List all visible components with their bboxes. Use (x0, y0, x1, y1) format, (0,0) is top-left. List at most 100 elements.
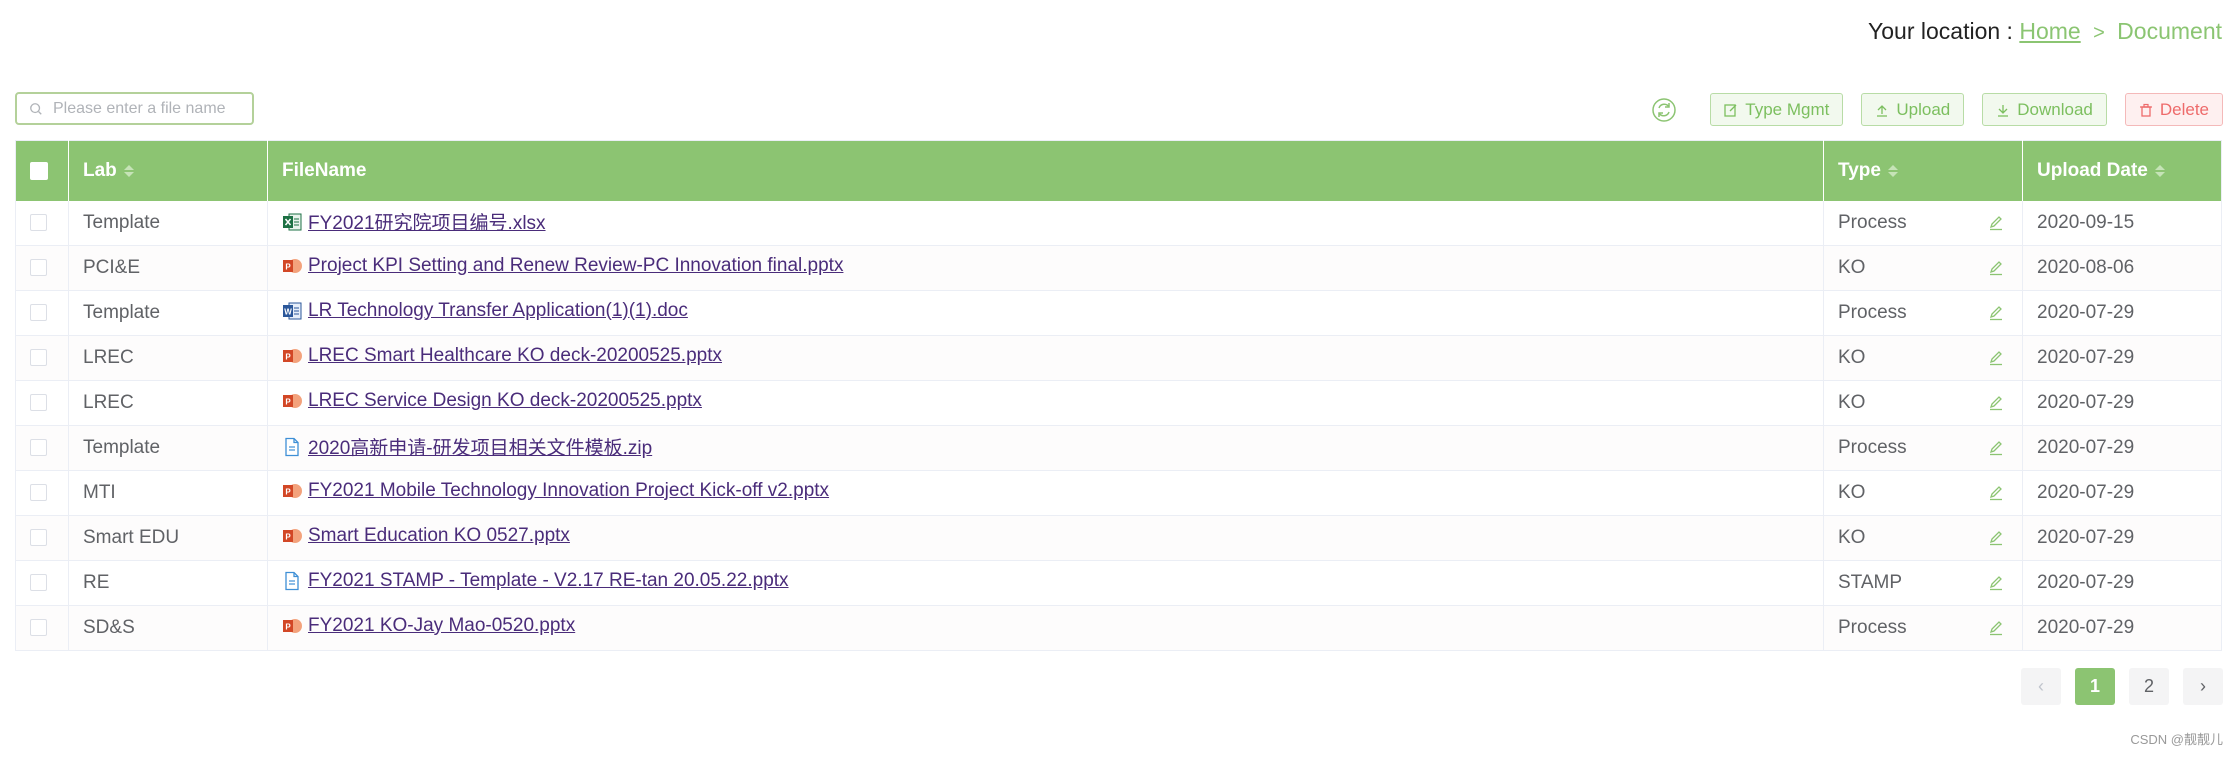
row-checkbox-cell (15, 515, 69, 561)
file-link[interactable]: 2020高新申请-研发项目相关文件模板.zip (308, 433, 652, 460)
svg-text:P: P (285, 532, 291, 541)
lab-cell: RE (68, 560, 268, 606)
upload-date-cell: 2020-07-29 (2022, 335, 2222, 381)
file-link[interactable]: Project KPI Setting and Renew Review-PC … (308, 255, 843, 277)
download-button[interactable]: Download (1982, 93, 2107, 126)
prev-page-button[interactable]: ‹ (2021, 668, 2061, 705)
table-row[interactable]: Template W LR Technology Transfer Applicat… (15, 290, 2222, 336)
type-cell: Process (1823, 200, 2023, 246)
edit-type-icon[interactable] (1988, 305, 2004, 321)
upload-date-cell: 2020-07-29 (2022, 560, 2222, 606)
filename-cell: P LREC Service Design KO deck-20200525.pp… (267, 380, 1824, 426)
edit-type-icon[interactable] (1988, 215, 2004, 231)
next-page-button[interactable]: › (2183, 668, 2223, 705)
table-header-row: Lab FileName Type Upload Date (15, 140, 2222, 201)
row-checkbox[interactable] (30, 349, 47, 367)
filename-cell: P Project KPI Setting and Renew Review-PC… (267, 245, 1824, 291)
row-checkbox[interactable] (30, 484, 47, 502)
type-value: KO (1838, 392, 1866, 413)
select-all-checkbox[interactable] (30, 161, 48, 180)
type-value: KO (1838, 527, 1866, 548)
row-checkbox[interactable] (30, 619, 47, 637)
select-all-header (15, 140, 69, 201)
upload-date-cell: 2020-07-29 (2022, 425, 2222, 471)
generic-file-icon (282, 571, 302, 591)
file-link[interactable]: LR Technology Transfer Application(1)(1)… (308, 300, 688, 322)
row-checkbox-cell (15, 470, 69, 516)
table-row[interactable]: RE FY2021 STAMP - Template - V2.17 RE-tan… (15, 560, 2222, 606)
row-checkbox[interactable] (30, 214, 47, 232)
upload-date-header-label: Upload Date (2037, 159, 2148, 181)
type-header[interactable]: Type (1823, 140, 2023, 201)
type-cell: Process (1823, 290, 2023, 336)
table-row[interactable]: Template FY2021研究院项目编号.xlsx Process 2020-09… (15, 200, 2222, 246)
row-checkbox[interactable] (30, 259, 47, 277)
type-mgmt-button[interactable]: Type Mgmt (1710, 93, 1844, 126)
svg-text:P: P (285, 352, 291, 361)
upload-button[interactable]: Upload (1861, 93, 1965, 126)
sort-icon[interactable] (123, 164, 134, 177)
edit-type-icon[interactable] (1988, 350, 2004, 366)
row-checkbox[interactable] (30, 529, 47, 547)
table-row[interactable]: PCI&E P Project KPI Setting and Renew Revi… (15, 245, 2222, 291)
row-checkbox[interactable] (30, 574, 47, 592)
table-row[interactable]: LREC P LREC Service Design KO deck-2020052… (15, 380, 2222, 426)
table-row[interactable]: SD&S P FY2021 KO-Jay Mao-0520.pptx Process 2… (15, 605, 2222, 651)
upload-date-cell: 2020-09-15 (2022, 200, 2222, 246)
filename-cell: W LR Technology Transfer Application(1)(1… (267, 290, 1824, 336)
table-row[interactable]: Template 2020高新申请-研发项目相关文件模板.zip Process 20… (15, 425, 2222, 471)
refresh-icon[interactable] (1651, 97, 1677, 123)
edit-type-icon[interactable] (1988, 440, 2004, 456)
row-checkbox[interactable] (30, 394, 47, 412)
lab-header[interactable]: Lab (68, 140, 268, 201)
edit-type-icon[interactable] (1988, 575, 2004, 591)
type-cell: KO (1823, 470, 2023, 516)
excel-file-icon (282, 212, 302, 232)
type-cell: STAMP (1823, 560, 2023, 606)
lab-header-label: Lab (83, 159, 117, 181)
delete-label: Delete (2159, 99, 2209, 119)
breadcrumb-separator: > (2093, 22, 2105, 44)
delete-button[interactable]: Delete (2124, 93, 2223, 126)
filename-cell: 2020高新申请-研发项目相关文件模板.zip (267, 425, 1824, 471)
table-row[interactable]: LREC P LREC Smart Healthcare KO deck-20200… (15, 335, 2222, 381)
page-2-button[interactable]: 2 (2129, 668, 2169, 705)
type-value: Process (1838, 211, 1907, 233)
upload-date-cell: 2020-07-29 (2022, 290, 2222, 336)
type-cell: KO (1823, 245, 2023, 291)
file-link[interactable]: FY2021 STAMP - Template - V2.17 RE-tan 2… (308, 570, 789, 592)
file-link[interactable]: FY2021 KO-Jay Mao-0520.pptx (308, 615, 575, 637)
page-1-button[interactable]: 1 (2075, 668, 2115, 705)
breadcrumb-home-link[interactable]: Home (2019, 18, 2080, 44)
table-row[interactable]: MTI P FY2021 Mobile Technology Innovation … (15, 470, 2222, 516)
file-link[interactable]: LREC Service Design KO deck-20200525.ppt… (308, 390, 702, 412)
edit-type-icon[interactable] (1988, 620, 2004, 636)
row-checkbox-cell (15, 425, 69, 471)
pagination: ‹ 1 2 › (2007, 668, 2223, 705)
type-cell: KO (1823, 515, 2023, 561)
powerpoint-file-icon: P (282, 256, 302, 276)
sort-icon[interactable] (2154, 164, 2165, 177)
upload-date-header[interactable]: Upload Date (2022, 140, 2222, 201)
table-row[interactable]: Smart EDU P Smart Education KO 0527.pptx KO… (15, 515, 2222, 561)
upload-date-cell: 2020-08-06 (2022, 245, 2222, 291)
edit-type-icon[interactable] (1988, 530, 2004, 546)
file-link[interactable]: FY2021研究院项目编号.xlsx (308, 208, 546, 235)
row-checkbox[interactable] (30, 439, 47, 457)
filename-cell: P FY2021 Mobile Technology Innovation Pro… (267, 470, 1824, 516)
type-value: KO (1838, 347, 1866, 368)
type-value: Process (1838, 437, 1907, 458)
search-box (15, 92, 254, 125)
type-value: KO (1838, 257, 1866, 278)
lab-cell: MTI (68, 470, 268, 516)
file-link[interactable]: Smart Education KO 0527.pptx (308, 525, 570, 547)
edit-type-icon[interactable] (1988, 260, 2004, 276)
edit-type-icon[interactable] (1988, 395, 2004, 411)
file-link[interactable]: FY2021 Mobile Technology Innovation Proj… (308, 480, 829, 502)
file-link[interactable]: LREC Smart Healthcare KO deck-20200525.p… (308, 345, 722, 367)
sort-icon[interactable] (1887, 164, 1898, 177)
row-checkbox[interactable] (30, 304, 47, 322)
search-input[interactable] (53, 99, 233, 118)
edit-type-icon[interactable] (1988, 485, 2004, 501)
svg-text:P: P (285, 397, 291, 406)
